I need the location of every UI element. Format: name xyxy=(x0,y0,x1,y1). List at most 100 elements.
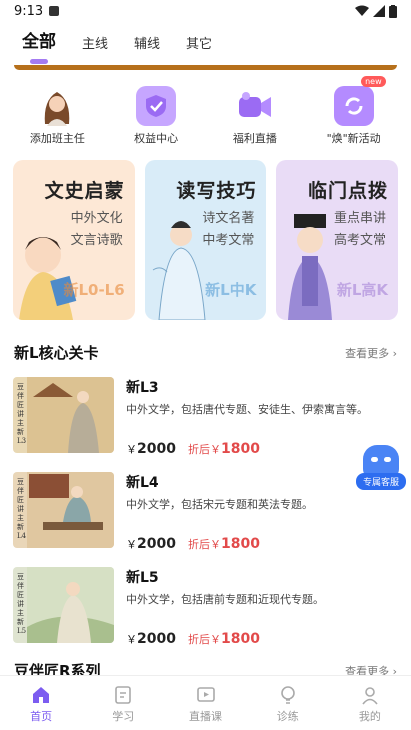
category-tabs: 全部 主线 辅线 其它 xyxy=(0,22,411,64)
quick-benefits[interactable]: 权益中心 xyxy=(116,86,196,146)
nav-label: 直播课 xyxy=(189,710,222,723)
price-value: 2000 xyxy=(137,631,176,647)
live-icon xyxy=(196,687,215,702)
discount-value: 1800 xyxy=(220,441,260,457)
wifi-icon xyxy=(355,5,369,16)
quick-new-activity[interactable]: new "焕"新活动 xyxy=(314,76,394,146)
profile-icon xyxy=(362,687,378,705)
quick-label: "焕"新活动 xyxy=(326,132,381,145)
nav-label: 诊练 xyxy=(276,710,299,723)
notification-icon xyxy=(49,6,60,16)
price-row: ￥2000 折后￥1800 xyxy=(126,631,398,647)
course-name: 新L3 xyxy=(126,380,159,396)
section-header-core: 新L核心关卡 查看更多 › xyxy=(0,320,411,363)
quick-label: 福利直播 xyxy=(232,132,277,145)
course-thumbnail: 豆伴匠讲主 新L3 xyxy=(13,377,114,453)
scholar-illustration xyxy=(288,214,333,320)
status-icons xyxy=(355,4,397,18)
list-item[interactable]: 豆伴匠讲主 新L3 新L3 中外文学，包括唐代专题、安徒生、伊索寓言等。 ￥20… xyxy=(13,373,398,468)
course-cards: 文史启蒙 中外文化 文言诗歌 新L0-L6 读写技巧 诗文名著 中考文常 新L中… xyxy=(0,146,411,320)
discount-label: 折后￥ xyxy=(187,633,221,646)
course-description: 中外文学，包括唐代专题、安徒生、伊索寓言等。 xyxy=(126,403,368,416)
camera-icon xyxy=(235,86,275,126)
book-icon xyxy=(115,686,132,704)
thumbnail-caption: 豆伴匠讲主 新L5 xyxy=(17,573,27,635)
currency-symbol: ￥ xyxy=(126,538,137,551)
card-enlightenment[interactable]: 文史启蒙 中外文化 文言诗歌 新L0-L6 xyxy=(13,160,135,320)
home-icon xyxy=(33,687,50,703)
card-title: 临门点拨 xyxy=(308,180,389,202)
view-more-label: 查看更多 xyxy=(345,346,390,360)
thumbnail-caption: 豆伴匠讲主 新L3 xyxy=(17,383,27,445)
shield-icon xyxy=(136,86,177,126)
view-more-link[interactable]: 查看更多 › xyxy=(345,345,397,361)
signal-icon xyxy=(373,5,385,17)
tab-main[interactable]: 主线 xyxy=(82,33,108,62)
price-row: ￥2000 折后￥1800 xyxy=(126,536,398,552)
discount-price: 折后￥1800 xyxy=(188,631,260,647)
nav-live-class[interactable]: 直播课 xyxy=(164,676,246,730)
status-time: 9:13 xyxy=(14,3,44,19)
list-item[interactable]: 豆伴匠讲主 新L5 新L5 中外文学，包括唐前专题和近现代专题。 ￥2000 折… xyxy=(13,563,398,658)
teacher-avatar-icon xyxy=(37,86,77,126)
quick-live[interactable]: 福利直播 xyxy=(215,86,295,146)
thumbnail-art xyxy=(27,567,114,643)
bulb-icon xyxy=(280,686,295,704)
refresh-icon: new xyxy=(333,76,386,126)
discount-label: 折后￥ xyxy=(187,538,221,551)
nav-label: 首页 xyxy=(30,710,53,723)
thumbnail-caption: 豆伴匠讲主 新L4 xyxy=(17,478,27,540)
app-screen: 9:13 全部 主线 辅线 其它 添加班主任 权益中心 福利直播 new "焕"… xyxy=(0,0,411,730)
card-final-guidance[interactable]: 临门点拨 重点串讲 高考文常 新L高K xyxy=(276,160,399,320)
currency-symbol: ￥ xyxy=(126,443,137,456)
quick-entries: 添加班主任 权益中心 福利直播 new "焕"新活动 xyxy=(0,70,411,146)
card-level-tag: 新L高K xyxy=(336,281,389,299)
tab-all[interactable]: 全部 xyxy=(22,27,56,64)
card-subtitle: 文言诗歌 xyxy=(70,233,123,248)
course-description: 中外文学，包括唐前专题和近现代专题。 xyxy=(126,593,324,606)
card-subtitle: 诗文名著 xyxy=(202,211,255,226)
tab-other[interactable]: 其它 xyxy=(186,33,212,62)
quick-add-teacher[interactable]: 添加班主任 xyxy=(17,86,97,146)
card-title: 文史启蒙 xyxy=(44,180,125,202)
card-subtitle: 重点串讲 xyxy=(334,211,387,226)
nav-home[interactable]: 首页 xyxy=(0,676,82,730)
course-name: 新L5 xyxy=(126,570,159,586)
price-value: 2000 xyxy=(137,536,176,552)
bottom-nav: 首页 学习 直播课 诊练 我的 xyxy=(0,675,411,730)
thumbnail-art xyxy=(27,472,114,548)
discount-value: 1800 xyxy=(220,536,260,552)
original-price: ￥2000 xyxy=(126,631,176,647)
new-badge: new xyxy=(361,76,386,87)
nav-diagnose[interactable]: 诊练 xyxy=(247,676,329,730)
quick-label: 权益中心 xyxy=(134,132,179,145)
nav-study[interactable]: 学习 xyxy=(82,676,164,730)
nav-label: 学习 xyxy=(112,710,135,723)
original-price: ￥2000 xyxy=(126,441,176,457)
course-list: 豆伴匠讲主 新L3 新L3 中外文学，包括唐代专题、安徒生、伊索寓言等。 ￥20… xyxy=(0,363,411,658)
course-description: 中外文学，包括宋元专题和英法专题。 xyxy=(126,498,313,511)
original-price: ￥2000 xyxy=(126,536,176,552)
battery-icon xyxy=(389,4,397,18)
quick-label: 添加班主任 xyxy=(29,132,85,145)
card-level-tag: 新L0-L6 xyxy=(63,281,125,299)
tab-auxiliary[interactable]: 辅线 xyxy=(134,33,160,62)
card-subtitle: 高考文常 xyxy=(334,233,387,248)
chevron-right-icon: › xyxy=(392,346,397,360)
course-info: 新L5 中外文学，包括唐前专题和近现代专题。 ￥2000 折后￥1800 xyxy=(126,563,398,658)
nav-profile[interactable]: 我的 xyxy=(329,676,411,730)
card-writing-skills[interactable]: 读写技巧 诗文名著 中考文常 新L中K xyxy=(144,160,267,320)
card-subtitle: 中考文常 xyxy=(202,233,255,248)
discount-value: 1800 xyxy=(220,631,260,647)
course-thumbnail: 豆伴匠讲主 新L5 xyxy=(13,567,114,643)
customer-service-button[interactable]: 专属客服 xyxy=(356,445,406,495)
card-title: 读写技巧 xyxy=(176,180,257,202)
discount-label: 折后￥ xyxy=(187,443,221,456)
card-subtitle: 中外文化 xyxy=(70,211,123,226)
list-item[interactable]: 豆伴匠讲主 新L4 新L4 中外文学，包括宋元专题和英法专题。 ￥2000 折后… xyxy=(13,468,398,563)
section-title: 新L核心关卡 xyxy=(14,344,99,362)
discount-price: 折后￥1800 xyxy=(188,441,260,457)
currency-symbol: ￥ xyxy=(126,633,137,646)
nav-label: 我的 xyxy=(358,710,381,723)
card-level-tag: 新L中K xyxy=(205,281,257,299)
